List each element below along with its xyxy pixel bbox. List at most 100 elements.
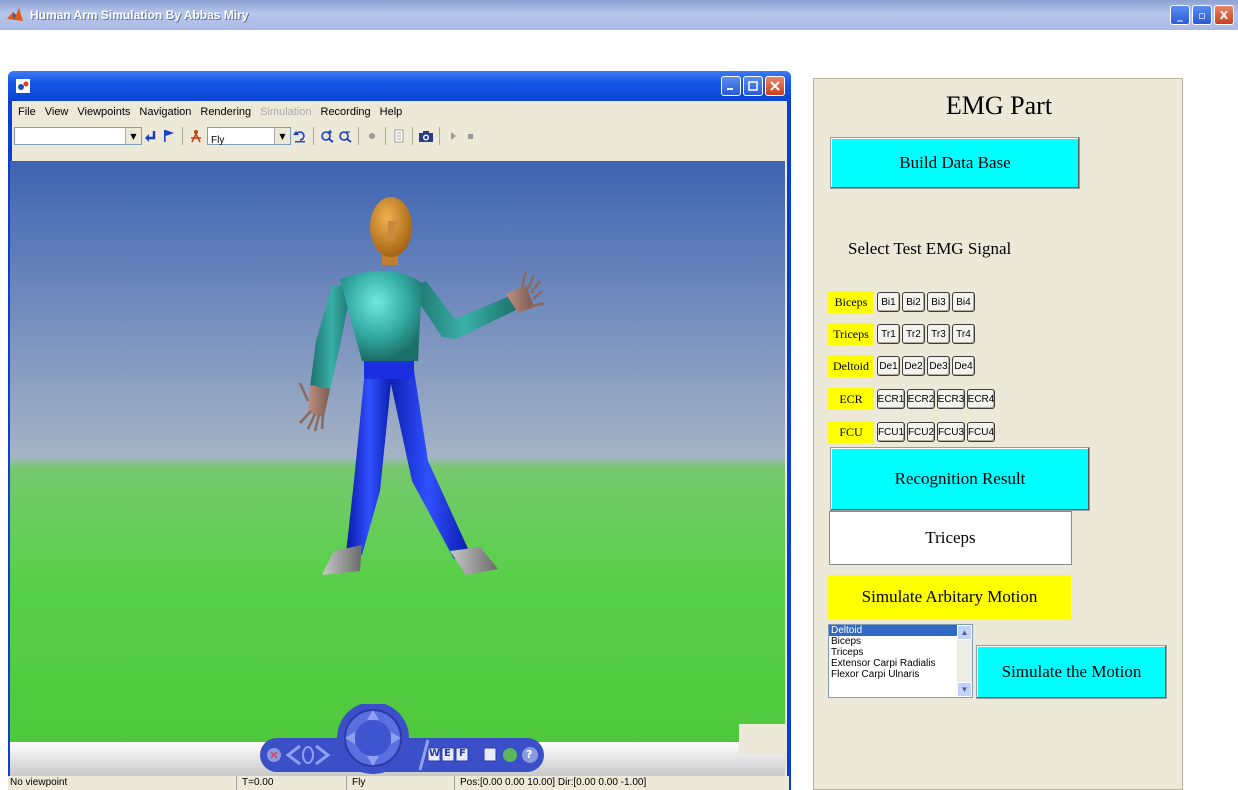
listbox-scrollbar[interactable]: ▲ ▼ xyxy=(957,625,972,697)
signal-button-tr3[interactable]: Tr3 xyxy=(927,324,950,344)
viewer-title-bar[interactable] xyxy=(8,71,791,101)
signal-button-ecr4[interactable]: ECR4 xyxy=(967,389,995,409)
list-item-flexor-carpi-ulnaris[interactable]: Flexor Carpi Ulnaris xyxy=(829,669,957,680)
select-test-signal-label: Select Test EMG Signal xyxy=(848,239,1012,258)
return-to-viewpoint-icon[interactable] xyxy=(142,127,160,145)
signal-button-bi3[interactable]: Bi3 xyxy=(927,292,950,312)
play-icon[interactable] xyxy=(444,127,462,145)
toolbar-separator xyxy=(182,127,183,145)
emg-panel-title: EMG Part xyxy=(945,91,1053,120)
signal-button-ecr1[interactable]: ECR1 xyxy=(877,389,905,409)
menu-simulation: Simulation xyxy=(260,106,312,118)
triceps-label: Triceps xyxy=(828,323,874,345)
recognition-result-button[interactable]: Recognition Result xyxy=(830,447,1090,511)
deltoid-label: Deltoid xyxy=(828,355,874,377)
recognition-result-display: Triceps xyxy=(829,511,1072,565)
signal-button-de2[interactable]: De2 xyxy=(902,356,925,376)
simulate-motion-button[interactable]: Simulate the Motion xyxy=(976,645,1167,699)
minimize-button[interactable]: _ xyxy=(1170,5,1190,25)
close-button[interactable]: X xyxy=(1214,5,1234,25)
muscle-listbox[interactable]: Deltoid Biceps Triceps Extensor Carpi Ra… xyxy=(828,624,973,698)
fly-mode-label: F xyxy=(459,748,466,759)
signal-button-fcu1[interactable]: FCU1 xyxy=(877,422,905,442)
viewpoint-select[interactable]: ▼ xyxy=(14,127,142,145)
viewer-menu-bar: File View Viewpoints Navigation Renderin… xyxy=(12,101,787,123)
matlab-icon xyxy=(7,8,23,21)
viewer-maximize-button[interactable] xyxy=(743,76,763,96)
go-to-default-viewpoint-icon[interactable] xyxy=(187,127,205,145)
chevron-down-icon: ▼ xyxy=(274,128,290,144)
viewer-close-button[interactable] xyxy=(765,76,785,96)
restore-button[interactable]: ▫ xyxy=(1192,5,1212,25)
signal-button-de4[interactable]: De4 xyxy=(952,356,975,376)
signal-button-tr2[interactable]: Tr2 xyxy=(902,324,925,344)
signal-button-tr4[interactable]: Tr4 xyxy=(952,324,975,344)
help-label: ? xyxy=(526,748,533,761)
viewer-minimize-button[interactable] xyxy=(721,76,741,96)
menu-rendering[interactable]: Rendering xyxy=(200,106,251,118)
viewer-toolbar: ▼ Fly ▼ xyxy=(12,123,787,149)
create-viewpoint-flag-icon[interactable] xyxy=(160,127,178,145)
build-database-button[interactable]: Build Data Base xyxy=(830,137,1080,189)
biceps-label: Biceps xyxy=(828,291,874,313)
headlight-icon[interactable] xyxy=(503,748,517,762)
status-divider xyxy=(454,776,455,790)
main-title-bar[interactable]: Human Arm Simulation By Abbas Miry _ ▫ X xyxy=(0,0,1238,30)
stop-icon[interactable] xyxy=(462,127,480,145)
resize-corner xyxy=(739,724,785,754)
menu-viewpoints[interactable]: Viewpoints xyxy=(77,106,130,118)
list-item-triceps[interactable]: Triceps xyxy=(829,647,957,658)
straighten-icon[interactable] xyxy=(483,747,497,762)
close-icon xyxy=(770,81,780,91)
signal-button-fcu4[interactable]: FCU4 xyxy=(967,422,995,442)
status-viewpoint: No viewpoint xyxy=(10,777,68,788)
undo-move-icon[interactable] xyxy=(291,127,309,145)
list-item-biceps[interactable]: Biceps xyxy=(829,636,957,647)
navigation-wheel-panel[interactable] xyxy=(260,704,550,774)
menu-navigation[interactable]: Navigation xyxy=(139,106,191,118)
menu-file[interactable]: File xyxy=(18,106,36,118)
scroll-up-icon[interactable]: ▲ xyxy=(957,625,972,640)
menu-view[interactable]: View xyxy=(45,106,69,118)
vr-viewer-icon xyxy=(16,79,30,93)
viewer-window-controls xyxy=(721,76,785,96)
record-icon[interactable] xyxy=(363,127,381,145)
signal-button-tr1[interactable]: Tr1 xyxy=(877,324,900,344)
status-divider xyxy=(236,776,237,790)
emg-panel: EMG Part Build Data Base Select Test EMG… xyxy=(813,78,1183,790)
walk-mode-label: W xyxy=(429,748,441,759)
window-title: Human Arm Simulation By Abbas Miry xyxy=(30,8,249,22)
chevron-down-icon: ▼ xyxy=(125,128,141,144)
vrml-3d-canvas[interactable] xyxy=(10,161,785,751)
viewer-status-bar: No viewpoint T=0.00 Fly Pos:[0.00 0.00 1… xyxy=(8,776,789,790)
list-item-extensor-carpi-radialis[interactable]: Extensor Carpi Radialis xyxy=(829,658,957,669)
list-item-deltoid[interactable]: Deltoid xyxy=(829,625,957,636)
zoom-out-icon[interactable] xyxy=(336,127,354,145)
status-mode: Fly xyxy=(352,777,366,788)
signal-button-fcu2[interactable]: FCU2 xyxy=(907,422,935,442)
signal-button-fcu3[interactable]: FCU3 xyxy=(937,422,965,442)
simulate-arbitrary-motion-label: Simulate Arbitary Motion xyxy=(828,575,1071,619)
signal-button-ecr3[interactable]: ECR3 xyxy=(937,389,965,409)
document-icon[interactable] xyxy=(390,127,408,145)
menu-help[interactable]: Help xyxy=(380,106,403,118)
signal-button-bi4[interactable]: Bi4 xyxy=(952,292,975,312)
signal-button-bi2[interactable]: Bi2 xyxy=(902,292,925,312)
signal-button-ecr2[interactable]: ECR2 xyxy=(907,389,935,409)
capture-frame-camera-icon[interactable] xyxy=(417,127,435,145)
toolbar-separator xyxy=(439,127,440,145)
zoom-in-icon[interactable] xyxy=(318,127,336,145)
signal-button-de1[interactable]: De1 xyxy=(877,356,900,376)
toolbar-separator xyxy=(358,127,359,145)
status-time: T=0.00 xyxy=(242,777,274,788)
menu-recording[interactable]: Recording xyxy=(321,106,371,118)
examine-mode-label: E xyxy=(444,748,451,759)
toolbar-separator xyxy=(313,127,314,145)
window-controls: _ ▫ X xyxy=(1170,5,1234,25)
signal-button-bi1[interactable]: Bi1 xyxy=(877,292,900,312)
signal-button-de3[interactable]: De3 xyxy=(927,356,950,376)
minimize-icon xyxy=(727,88,733,90)
navigation-mode-select[interactable]: Fly ▼ xyxy=(207,127,291,146)
scroll-down-icon[interactable]: ▼ xyxy=(957,682,972,697)
maximize-icon xyxy=(748,81,758,91)
